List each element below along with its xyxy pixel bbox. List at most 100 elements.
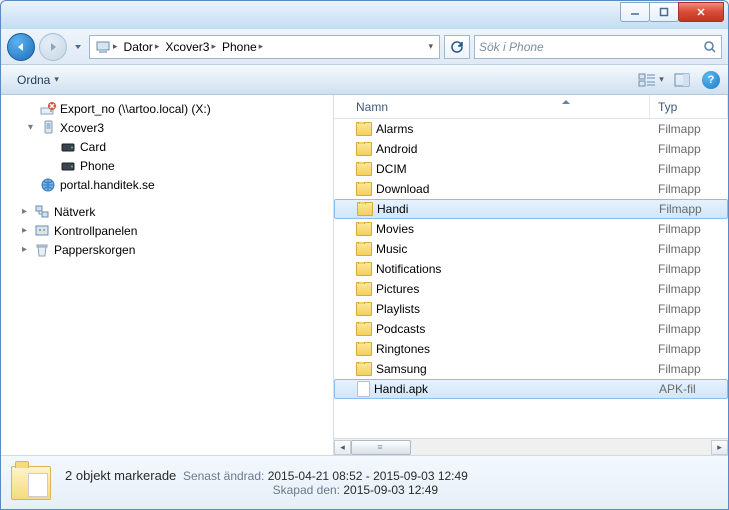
file-row[interactable]: MoviesFilmapp (334, 219, 728, 239)
file-name: Samsung (376, 362, 427, 376)
tree-item[interactable]: ▾ Xcover3 (1, 118, 333, 137)
back-button[interactable] (7, 33, 35, 61)
folder-icon (356, 242, 372, 256)
file-row[interactable]: MusicFilmapp (334, 239, 728, 259)
tree-item[interactable]: Export_no (\\artoo.local) (X:) (1, 99, 333, 118)
scroll-left-icon[interactable]: ◂ (334, 440, 351, 455)
breadcrumb-bar[interactable]: ▸ Dator▸ Xcover3▸ Phone▸ ▾ (89, 35, 440, 59)
organize-label: Ordna (17, 73, 50, 87)
tree-label: Card (80, 140, 106, 154)
tree-item[interactable]: Phone (1, 156, 333, 175)
tree-expander-icon[interactable] (45, 141, 56, 152)
tree-label: portal.handitek.se (60, 178, 155, 192)
file-name: Handi (377, 202, 408, 216)
horizontal-scrollbar[interactable]: ◂ ≡ ▸ (334, 438, 728, 455)
file-row[interactable]: PlaylistsFilmapp (334, 299, 728, 319)
folder-icon (356, 322, 372, 336)
tree-item[interactable]: ▸ Nätverk (1, 202, 333, 221)
file-row[interactable]: Handi Filmapp (334, 199, 728, 219)
column-name-label: Namn (356, 100, 388, 114)
file-row[interactable]: DownloadFilmapp (334, 179, 728, 199)
file-name: Alarms (376, 122, 413, 136)
tree-expander-icon[interactable]: ▸ (19, 244, 30, 255)
folder-icon (356, 182, 372, 196)
details-pane: 2 objekt markerade Senast ändrad: 2015-0… (1, 455, 728, 509)
maximize-button[interactable] (649, 2, 679, 22)
cell-name: Alarms (334, 122, 650, 136)
search-placeholder: Sök i Phone (479, 40, 544, 54)
organize-button[interactable]: Ordna ▾ (9, 70, 67, 90)
cell-name: Handi (335, 202, 651, 216)
help-button[interactable]: ? (702, 71, 720, 89)
cell-type: Filmapp (650, 142, 728, 156)
breadcrumb-folder[interactable]: Phone▸ (219, 36, 266, 58)
cell-name: Notifications (334, 262, 650, 276)
tree-item[interactable]: ▸ Kontrollpanelen (1, 221, 333, 240)
tree-expander-icon[interactable]: ▸ (19, 225, 30, 236)
file-row[interactable]: SamsungFilmapp (334, 359, 728, 379)
tree-label: Kontrollpanelen (54, 224, 137, 238)
minimize-button[interactable] (620, 2, 650, 22)
file-name: Playlists (376, 302, 420, 316)
file-name: Pictures (376, 282, 419, 296)
breadcrumb-label: Phone (222, 40, 257, 54)
tree-item[interactable]: portal.handitek.se (1, 175, 333, 194)
tree-item[interactable]: Card (1, 137, 333, 156)
close-button[interactable] (678, 2, 724, 22)
file-rows[interactable]: AlarmsFilmappAndroidFilmappDCIMFilmappDo… (334, 119, 728, 438)
preview-pane-button[interactable] (668, 69, 696, 91)
folder-icon (356, 142, 372, 156)
tree-expander-icon[interactable] (25, 103, 36, 114)
column-type[interactable]: Typ (650, 95, 728, 118)
tree-label: Xcover3 (60, 121, 104, 135)
tree-icon (34, 242, 50, 258)
file-row[interactable]: PodcastsFilmapp (334, 319, 728, 339)
column-type-label: Typ (658, 100, 677, 114)
tree-label: Nätverk (54, 205, 95, 219)
breadcrumb-computer[interactable]: Dator▸ (121, 36, 163, 58)
file-row[interactable]: PicturesFilmapp (334, 279, 728, 299)
file-row[interactable]: Handi.apkAPK-fil (334, 379, 728, 399)
details-text: 2 objekt markerade Senast ändrad: 2015-0… (65, 468, 468, 497)
tree-expander-icon[interactable]: ▾ (25, 122, 36, 133)
file-row[interactable]: Alarms Filmapp (334, 119, 728, 139)
file-name: Android (376, 142, 417, 156)
file-row[interactable]: RingtonesFilmapp (334, 339, 728, 359)
cell-name: Podcasts (334, 322, 650, 336)
tree-item[interactable]: ▸Papperskorgen (1, 240, 333, 259)
file-row[interactable]: DCIMFilmapp (334, 159, 728, 179)
folder-icon (356, 362, 372, 376)
file-list-pane: Namn Typ Alarms Filmapp Android Filmapp DCIM… (334, 95, 728, 455)
cell-type: Filmapp (650, 222, 728, 236)
column-name[interactable]: Namn (334, 95, 650, 118)
search-input[interactable]: Sök i Phone (474, 35, 722, 59)
view-mode-button[interactable]: ▾ (637, 69, 665, 91)
breadcrumb-device[interactable]: Xcover3▸ (162, 36, 219, 58)
cell-type: Filmapp (650, 122, 728, 136)
refresh-button[interactable] (444, 35, 470, 59)
cell-type: Filmapp (651, 202, 727, 216)
forward-button[interactable] (39, 33, 67, 61)
tree-expander-icon[interactable] (25, 179, 36, 190)
breadcrumb-label: Xcover3 (165, 40, 209, 54)
tree-expander-icon[interactable]: ▸ (19, 206, 30, 217)
navigation-tree[interactable]: Export_no (\\artoo.local) (X:) ▾ Xcover3 Ca… (1, 95, 334, 455)
file-row[interactable]: Android Filmapp (334, 139, 728, 159)
scroll-right-icon[interactable]: ▸ (711, 440, 728, 455)
scroll-thumb[interactable]: ≡ (351, 440, 411, 455)
cell-name: Samsung (334, 362, 650, 376)
file-name: Notifications (376, 262, 441, 276)
file-name: DCIM (376, 162, 407, 176)
modified-value: 2015-04-21 08:52 - 2015-09-03 12:49 (268, 469, 468, 483)
breadcrumb-dropdown-icon[interactable]: ▾ (424, 41, 437, 52)
file-name: Ringtones (376, 342, 430, 356)
history-dropdown[interactable] (71, 38, 85, 56)
cell-name: Playlists (334, 302, 650, 316)
tree-expander-icon[interactable] (45, 160, 56, 171)
file-row[interactable]: NotificationsFilmapp (334, 259, 728, 279)
breadcrumb-pc-icon[interactable]: ▸ (92, 36, 121, 58)
created-value: 2015-09-03 12:49 (343, 483, 438, 497)
cell-name: Movies (334, 222, 650, 236)
titlebar[interactable] (1, 1, 728, 29)
column-headers[interactable]: Namn Typ (334, 95, 728, 119)
